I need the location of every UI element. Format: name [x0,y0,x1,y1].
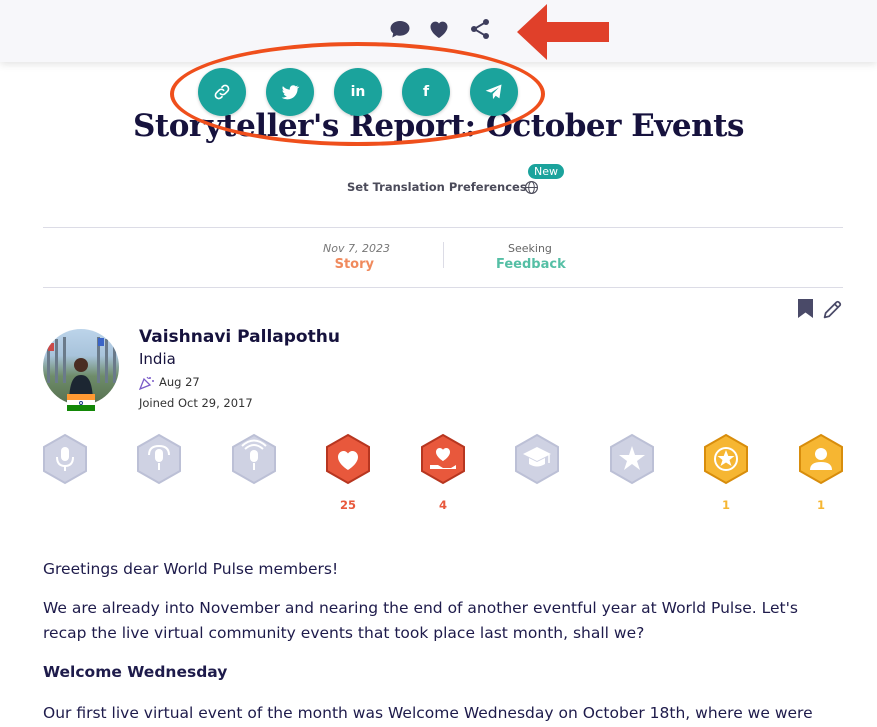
podcast-badge[interactable] [135,433,183,485]
bookmark-icon[interactable] [797,298,814,323]
person-badge-count: 1 [816,498,825,512]
broadcast-badge[interactable] [230,433,278,485]
share-icon[interactable] [468,17,492,41]
heart-hand-badge[interactable] [419,433,467,485]
article-subheading: Welcome Wednesday [43,663,228,681]
heart-badge-count: 25 [339,498,356,512]
author-joined-date: Joined Oct 29, 2017 [139,396,253,410]
heart-hand-badge-count: 4 [438,498,447,512]
divider [43,287,843,288]
article-paragraph: Greetings dear World Pulse members! [43,560,339,578]
person-badge[interactable] [797,433,845,485]
star-circle-badge-count: 1 [721,498,730,512]
author-country: India [139,350,176,368]
author-name[interactable]: Vaishnavi Pallapothu [139,327,340,347]
edit-icon[interactable] [822,299,843,324]
annotation-arrow-icon [517,2,611,66]
star-badge[interactable] [608,433,656,485]
divider [43,227,843,228]
seeking-value[interactable]: Feedback [496,257,566,272]
graduation-badge[interactable] [513,433,561,485]
india-flag-icon [67,394,95,411]
heart-badge[interactable] [324,433,372,485]
post-type[interactable]: Story [0,257,374,272]
author-birthday: Aug 27 [159,375,200,389]
meta-divider [443,242,444,268]
article-paragraph: We are already into November and nearing… [43,599,798,642]
star-circle-badge[interactable] [702,433,750,485]
microphone-badge[interactable] [41,433,89,485]
party-popper-icon [138,375,155,394]
article-paragraph: Our first live virtual event of the mont… [43,704,813,722]
new-badge: New [528,164,564,179]
globe-icon[interactable] [524,180,539,195]
comment-icon[interactable] [388,17,412,41]
seeking-label: Seeking [508,242,552,255]
translation-preferences-link[interactable]: Set Translation Preferences [347,180,527,194]
annotation-highlight-oval [170,42,545,146]
heart-icon[interactable] [427,17,451,41]
post-date: Nov 7, 2023 [323,242,390,255]
